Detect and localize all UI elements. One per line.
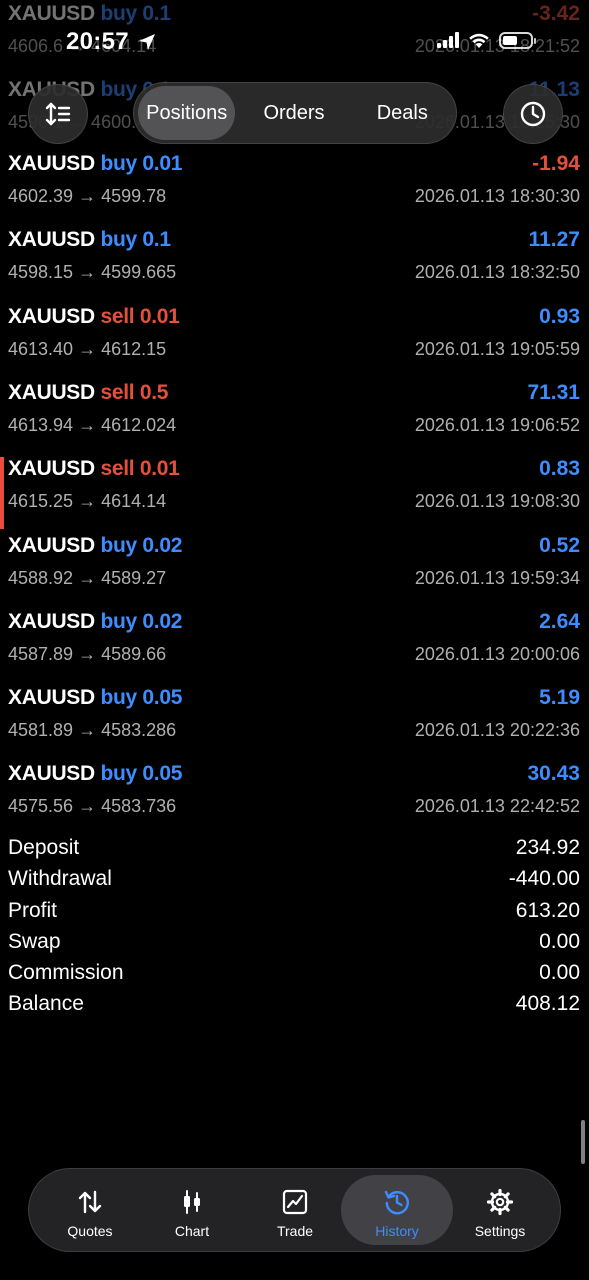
period-button[interactable]	[503, 84, 563, 144]
chart-icon	[184, 1190, 200, 1214]
deal-prices: 4587.89 → 4589.66	[8, 644, 167, 664]
battery-icon	[499, 31, 536, 49]
tab-history-label: History	[375, 1223, 419, 1239]
deal-row-selected[interactable]: XAUUSD sell 0.01 0.83 4615.25 → 4614.14 …	[0, 455, 589, 531]
deal-profit: 0.93	[539, 305, 580, 328]
deal-profit: -1.94	[532, 152, 580, 175]
tab-trade-label: Trade	[276, 1223, 314, 1239]
signal-icon	[437, 32, 459, 48]
history-icon	[384, 1190, 409, 1215]
settings-icon	[486, 1188, 514, 1216]
deal-profit: 5.19	[539, 686, 580, 709]
summary-profit: Profit 613.20	[8, 898, 580, 922]
tab-chart[interactable]: Chart	[136, 1175, 248, 1245]
summary-deposit: Deposit 234.92	[8, 836, 580, 859]
deal-time: 2026.01.13 18:32:50	[414, 262, 580, 282]
deal-row[interactable]: XAUUSD buy 0.02 0.52 4588.92 → 4589.27 2…	[0, 532, 589, 608]
deal-time: 2026.01.13 19:06:52	[414, 415, 580, 435]
summary-balance: Balance 408.12	[8, 992, 580, 1016]
deal-prices: 4613.94 → 4612.024	[8, 415, 177, 435]
tab-positions[interactable]: Positions	[138, 86, 236, 140]
deal-row[interactable]: XAUUSD buy 0.02 2.64 4587.89 → 4589.66 2…	[0, 608, 589, 684]
deal-time: 2026.01.13 22:42:52	[414, 796, 580, 816]
deal-time: 2026.01.13 18:30:30	[414, 186, 580, 206]
tab-deals[interactable]: Deals	[353, 86, 452, 140]
deal-prices: 4575.56 → 4583.736	[8, 796, 177, 816]
trade-icon	[282, 1189, 308, 1215]
deal-time: 2026.01.13 20:00:06	[414, 644, 580, 664]
deal-title: XAUUSD sell 0.01	[8, 305, 180, 328]
summary-withdrawal: Withdrawal -440.00	[8, 867, 580, 891]
summary-commission: Commission 0.00	[8, 961, 580, 985]
deal-prices: 4598.15 → 4599.665	[8, 262, 177, 282]
deal-profit: 2.64	[539, 610, 580, 633]
sort-icon	[45, 102, 71, 126]
status-bar: 20:57	[0, 0, 589, 70]
tab-quotes-label: Quotes	[67, 1223, 113, 1239]
deal-prices: 4615.25 → 4614.14	[8, 491, 167, 511]
tab-settings-label: Settings	[474, 1223, 526, 1239]
tab-quotes[interactable]: Quotes	[34, 1175, 146, 1245]
status-icons	[437, 31, 536, 49]
deal-profit: 11.27	[528, 228, 580, 251]
selected-row-marker	[0, 457, 4, 529]
deal-time: 2026.01.13 19:05:59	[414, 339, 580, 359]
deal-title: XAUUSD buy 0.1	[8, 228, 171, 251]
tab-settings[interactable]: Settings	[444, 1175, 556, 1245]
deal-row[interactable]: XAUUSD buy 0.01 -1.94 4602.39 → 4599.78 …	[0, 150, 589, 226]
deal-profit: 0.52	[539, 534, 580, 557]
deal-title: XAUUSD sell 0.5	[8, 381, 169, 404]
deal-time: 2026.01.13 20:22:36	[414, 720, 580, 740]
status-time: 20:57	[66, 28, 129, 55]
deal-time: 2026.01.13 19:08:30	[414, 491, 580, 511]
deal-profit: 0.83	[539, 457, 580, 480]
sort-button[interactable]	[28, 84, 88, 144]
tab-orders[interactable]: Orders	[235, 86, 352, 140]
deal-title: XAUUSD buy 0.01	[8, 152, 183, 175]
summary-swap: Swap 0.00	[8, 929, 580, 953]
deal-prices: 4588.92 → 4589.27	[8, 568, 167, 588]
history-summary: Deposit 234.92 Withdrawal -440.00 Profit 61…	[0, 834, 589, 1022]
deal-prices: 4613.40 → 4612.15	[8, 339, 167, 359]
deal-row[interactable]: XAUUSD buy 0.1 11.27 4598.15 → 4599.665 …	[0, 226, 589, 302]
tab-trade[interactable]: Trade	[239, 1175, 351, 1245]
deal-prices: 4602.39 → 4599.78	[8, 186, 167, 206]
deal-row[interactable]: XAUUSD sell 0.01 0.93 4613.40 → 4612.15 …	[0, 303, 589, 379]
deal-prices: 4581.89 → 4583.286	[8, 720, 177, 740]
location-arrow-icon	[139, 34, 155, 50]
bottom-tab-bar: Quotes Chart Trade History Settings	[28, 1168, 561, 1252]
deal-profit: 30.43	[527, 762, 580, 785]
deal-time: 2026.01.13 19:59:34	[414, 568, 580, 588]
quotes-icon	[78, 1190, 102, 1214]
deal-profit: 71.31	[527, 381, 580, 404]
deal-row[interactable]: XAUUSD sell 0.5 71.31 4613.94 → 4612.024…	[0, 379, 589, 455]
tab-history[interactable]: History	[341, 1175, 453, 1245]
deal-title: XAUUSD buy 0.05	[8, 686, 183, 709]
clock-icon	[520, 101, 546, 127]
deal-title: XAUUSD buy 0.02	[8, 534, 183, 557]
deal-row[interactable]: XAUUSD buy 0.05 30.43 4575.56 → 4583.736…	[0, 760, 589, 836]
deal-title: XAUUSD buy 0.05	[8, 762, 183, 785]
deal-title: XAUUSD buy 0.02	[8, 610, 183, 633]
tab-chart-label: Chart	[174, 1223, 210, 1239]
history-tabs: Positions Orders Deals	[133, 82, 457, 144]
scroll-indicator[interactable]	[581, 1120, 585, 1164]
wifi-icon	[469, 33, 489, 48]
deal-row[interactable]: XAUUSD buy 0.05 5.19 4581.89 → 4583.286 …	[0, 684, 589, 760]
deal-title: XAUUSD sell 0.01	[8, 457, 180, 480]
